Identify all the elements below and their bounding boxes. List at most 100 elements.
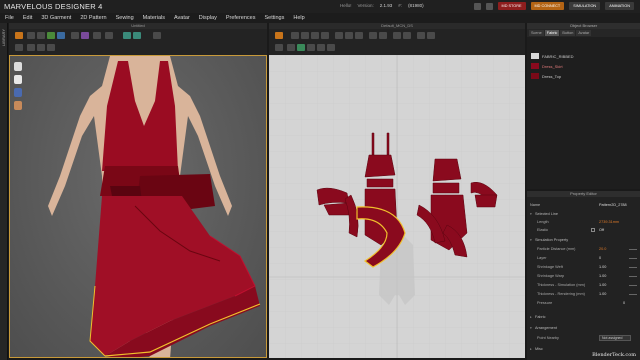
shrinkage-warp-slider[interactable] (629, 275, 637, 277)
expand-icon[interactable]: ▸ (530, 315, 532, 319)
menu-sewing[interactable]: Sewing (116, 15, 134, 21)
pattern-canvas (269, 55, 525, 358)
layer-2d-icon[interactable] (307, 44, 315, 51)
thickness-simulation-value[interactable]: 1.00 (599, 283, 606, 287)
particle-distance-slider[interactable] (629, 248, 637, 250)
viewport-3d[interactable] (9, 55, 267, 358)
texture-tool-icon[interactable] (153, 32, 161, 39)
avatar-head-icon[interactable] (14, 62, 22, 71)
menu-settings[interactable]: Settings (264, 15, 284, 21)
menu-help[interactable]: Help (293, 15, 304, 21)
menu-materials[interactable]: Materials (143, 15, 165, 21)
layer-label: Layer (537, 256, 547, 260)
button-tool-icon[interactable] (105, 32, 113, 39)
circle-tool-icon[interactable] (321, 32, 329, 39)
settings-icon[interactable] (485, 2, 493, 10)
collapse-icon[interactable]: ▾ (530, 238, 532, 242)
avatar-tool-icon[interactable] (123, 32, 131, 39)
tab-avatar[interactable]: Avatar (576, 30, 592, 36)
list-item[interactable]: FABRIC_RIBBED (527, 51, 640, 61)
pressure-value[interactable]: 0 (623, 301, 625, 305)
view-front-icon[interactable] (15, 44, 23, 51)
md-store-button[interactable]: MD STORE (497, 2, 526, 10)
avatar-info-icon[interactable] (14, 88, 22, 97)
elastic-checkbox[interactable] (591, 228, 595, 232)
menu-2d-pattern[interactable]: 2D Pattern (80, 15, 106, 21)
title-info: Hello! Version: 2.1.93 #: (81980) (340, 3, 424, 8)
list-item[interactable]: Dress_Top (527, 71, 640, 81)
menu-3d-garment[interactable]: 3D Garment (41, 15, 71, 21)
point-nearby-select[interactable]: Not assigned (599, 335, 631, 341)
view-side-icon[interactable] (37, 44, 45, 51)
tab-scene[interactable]: Scene (529, 30, 544, 36)
help-icon[interactable] (473, 2, 481, 10)
fold-arrangement-icon[interactable] (393, 32, 401, 39)
sewing-mode-icon[interactable] (275, 44, 283, 51)
thickness-rendering-slider[interactable] (629, 293, 637, 295)
animation-button[interactable]: ANIMATION (605, 2, 634, 10)
measure-tool-icon[interactable] (81, 32, 89, 39)
pin-tool-icon[interactable] (57, 32, 65, 39)
layer-value[interactable]: 0 (599, 256, 601, 260)
grid-toggle-icon[interactable] (417, 32, 425, 39)
list-item[interactable]: Dress_Skirt (527, 61, 640, 71)
name-value[interactable]: Pattern2D_2788 (599, 203, 627, 207)
particle-distance-value[interactable]: 20.0 (599, 247, 606, 251)
transform-tool-icon[interactable] (275, 32, 283, 39)
tab-fabric[interactable]: Fabric (544, 30, 560, 36)
pin-2d-icon[interactable] (287, 44, 295, 51)
arrangement-tool-icon[interactable] (133, 32, 141, 39)
tack-tool-icon[interactable] (71, 32, 79, 39)
polygon-tool-icon[interactable] (301, 32, 309, 39)
collapse-icon[interactable]: ▾ (530, 326, 532, 330)
fabric-2d-icon[interactable] (297, 44, 305, 51)
lock-2d-icon[interactable] (317, 44, 325, 51)
simulation-button[interactable]: SIMULATION (569, 2, 601, 10)
shrinkage-warp-value[interactable]: 1.00 (599, 274, 606, 278)
build-value: (81980) (408, 3, 424, 8)
menu-avatar[interactable]: Avatar (174, 15, 190, 21)
view-back-icon[interactable] (27, 44, 35, 51)
move-tool-icon[interactable] (37, 32, 45, 39)
rectangle-tool-icon[interactable] (311, 32, 319, 39)
thickness-rendering-value[interactable]: 1.00 (599, 292, 606, 296)
menu-preferences[interactable]: Preferences (226, 15, 256, 21)
avatar-face-icon[interactable] (14, 101, 22, 110)
length-value[interactable]: 2739.31mm (599, 220, 619, 224)
trace-tool-icon[interactable] (345, 32, 353, 39)
elastic-value: Off (599, 228, 604, 232)
layer-slider[interactable] (629, 257, 637, 259)
viewport-2d[interactable] (269, 55, 525, 358)
menu-edit[interactable]: Edit (23, 15, 32, 21)
dart-tool-icon[interactable] (335, 32, 343, 39)
zipper-tool-icon[interactable] (93, 32, 101, 39)
menu-file[interactable]: File (5, 15, 14, 21)
thickness-simulation-slider[interactable] (629, 284, 637, 286)
fold-tool-icon[interactable] (47, 32, 55, 39)
shrinkage-weft-slider[interactable] (629, 266, 637, 268)
menu-bar: File Edit 3D Garment 2D Pattern Sewing M… (0, 13, 640, 23)
avatar-body-icon[interactable] (14, 75, 22, 84)
misc-section-label: Misc (535, 347, 543, 351)
segment-sewing-icon[interactable] (369, 32, 377, 39)
thickness-simulation-label: Thickness - Simulation (mm) (537, 283, 586, 287)
zoom-icon[interactable] (427, 32, 435, 39)
edit-texture-icon[interactable] (403, 32, 411, 39)
internal-line-icon[interactable] (355, 32, 363, 39)
menu-display[interactable]: Display (199, 15, 217, 21)
select-tool-icon[interactable] (27, 32, 35, 39)
elastic-label: Elastic (537, 228, 549, 232)
free-sewing-icon[interactable] (379, 32, 387, 39)
library-label: LIBRARY (1, 29, 6, 47)
hide-2d-icon[interactable] (327, 44, 335, 51)
collapse-icon[interactable]: ▾ (530, 212, 532, 216)
tab-button[interactable]: Button (560, 30, 576, 36)
view-top-icon[interactable] (47, 44, 55, 51)
library-strip[interactable]: LIBRARY (0, 23, 8, 360)
shrinkage-weft-value[interactable]: 1.00 (599, 265, 606, 269)
edit-pattern-icon[interactable] (291, 32, 299, 39)
simulate-tool-icon[interactable] (15, 32, 23, 39)
avatar-side-icons (14, 62, 22, 110)
expand-icon[interactable]: ▸ (530, 347, 532, 351)
md-connect-button[interactable]: MD CONNECT (530, 2, 565, 10)
